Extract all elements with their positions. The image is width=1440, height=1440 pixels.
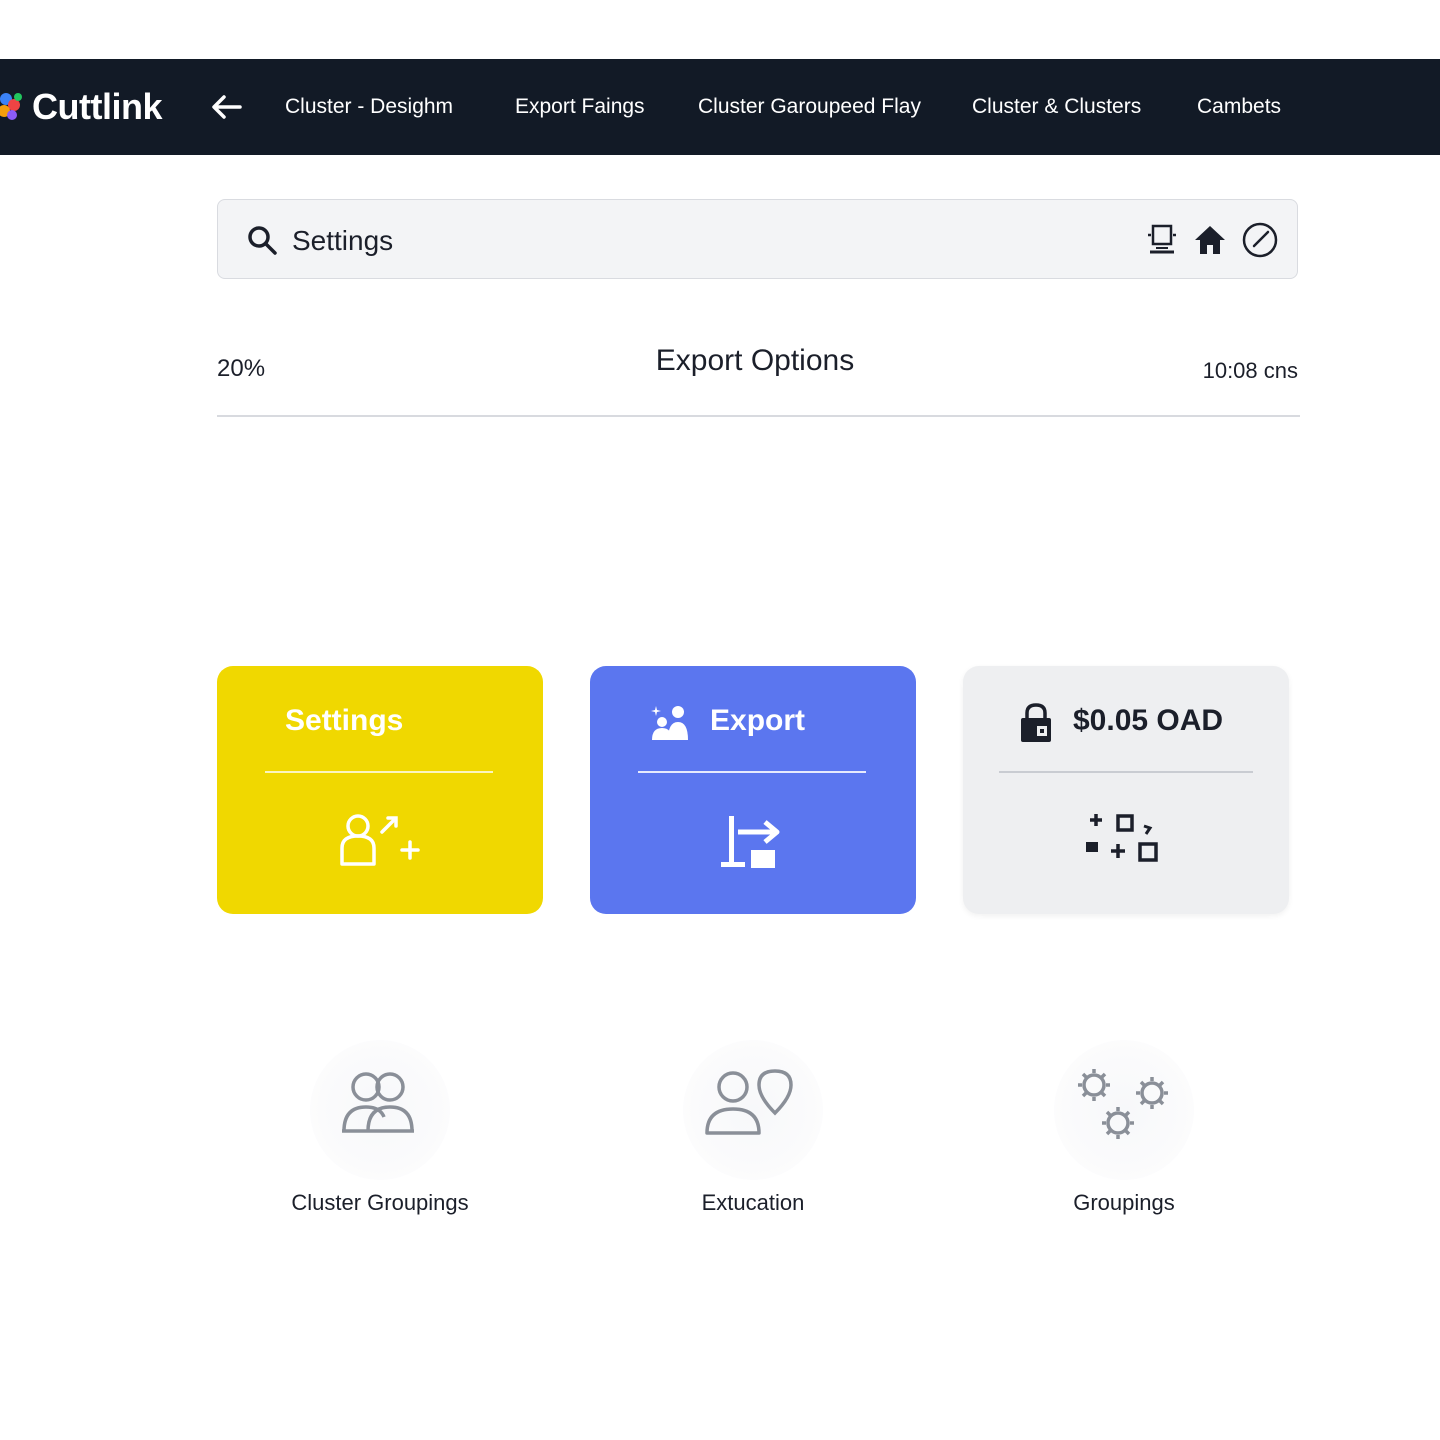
top-navbar: Cuttlink Cluster - Desighm Export Faings… <box>0 59 1440 155</box>
search-input[interactable] <box>290 220 1094 262</box>
nav-item-cambets[interactable]: Cambets <box>1197 59 1281 155</box>
users-group-icon <box>342 1072 414 1133</box>
page-title: Export Options <box>655 344 855 377</box>
feature-cluster-groupings[interactable]: Cluster Groupings <box>230 1040 530 1240</box>
progress-percent: 20% <box>217 355 266 382</box>
search-bar <box>217 199 1298 279</box>
users-sparkle-icon <box>651 706 688 740</box>
arrow-left-icon <box>212 95 242 119</box>
brand[interactable]: Cuttlink <box>0 59 162 155</box>
export-arrow-icon <box>721 816 780 868</box>
clock-icon[interactable] <box>1240 220 1280 260</box>
grid-shapes-icon <box>1086 814 1158 862</box>
search-icon <box>248 226 277 255</box>
add-user-icon <box>340 814 420 866</box>
user-pin-icon <box>705 1069 793 1135</box>
settings-card[interactable]: Settings <box>217 666 543 914</box>
card-divider <box>638 771 866 773</box>
nav-item-cluster-clusters[interactable]: Cluster & Clusters <box>972 59 1141 155</box>
export-card[interactable]: Export <box>590 666 916 914</box>
nav-item-cluster-design[interactable]: Cluster - Desighm <box>285 59 453 155</box>
home-icon[interactable] <box>1190 220 1230 260</box>
price-card-title: $0.05 OAD <box>1073 704 1224 737</box>
export-card-title: Export <box>710 704 806 737</box>
feature-label: Groupings <box>1073 1190 1175 1215</box>
feature-label: Cluster Groupings <box>291 1190 469 1215</box>
price-card[interactable]: $0.05 OAD <box>963 666 1289 914</box>
nav-item-export-faings[interactable]: Export Faings <box>515 59 645 155</box>
nav-item-cluster-garoupeed-flay[interactable]: Cluster Garoupeed Flay <box>698 59 921 155</box>
feature-groupings[interactable]: Groupings <box>974 1040 1274 1240</box>
feature-extucation[interactable]: Extucation <box>603 1040 903 1240</box>
gears-icon <box>1078 1069 1168 1139</box>
page: Cuttlink Cluster - Desighm Export Faings… <box>0 0 1440 1440</box>
feature-label: Extucation <box>701 1190 805 1215</box>
device-icon[interactable] <box>1142 220 1182 260</box>
settings-card-title: Settings <box>285 704 404 737</box>
time-label: 10:08 cns <box>1202 358 1298 383</box>
cuttlink-logo-icon <box>0 93 22 120</box>
card-divider <box>999 771 1253 773</box>
back-button[interactable] <box>205 87 247 127</box>
header-divider <box>217 415 1300 417</box>
app-name: Cuttlink <box>32 86 162 127</box>
card-divider <box>265 771 493 773</box>
lock-icon <box>1021 703 1051 742</box>
